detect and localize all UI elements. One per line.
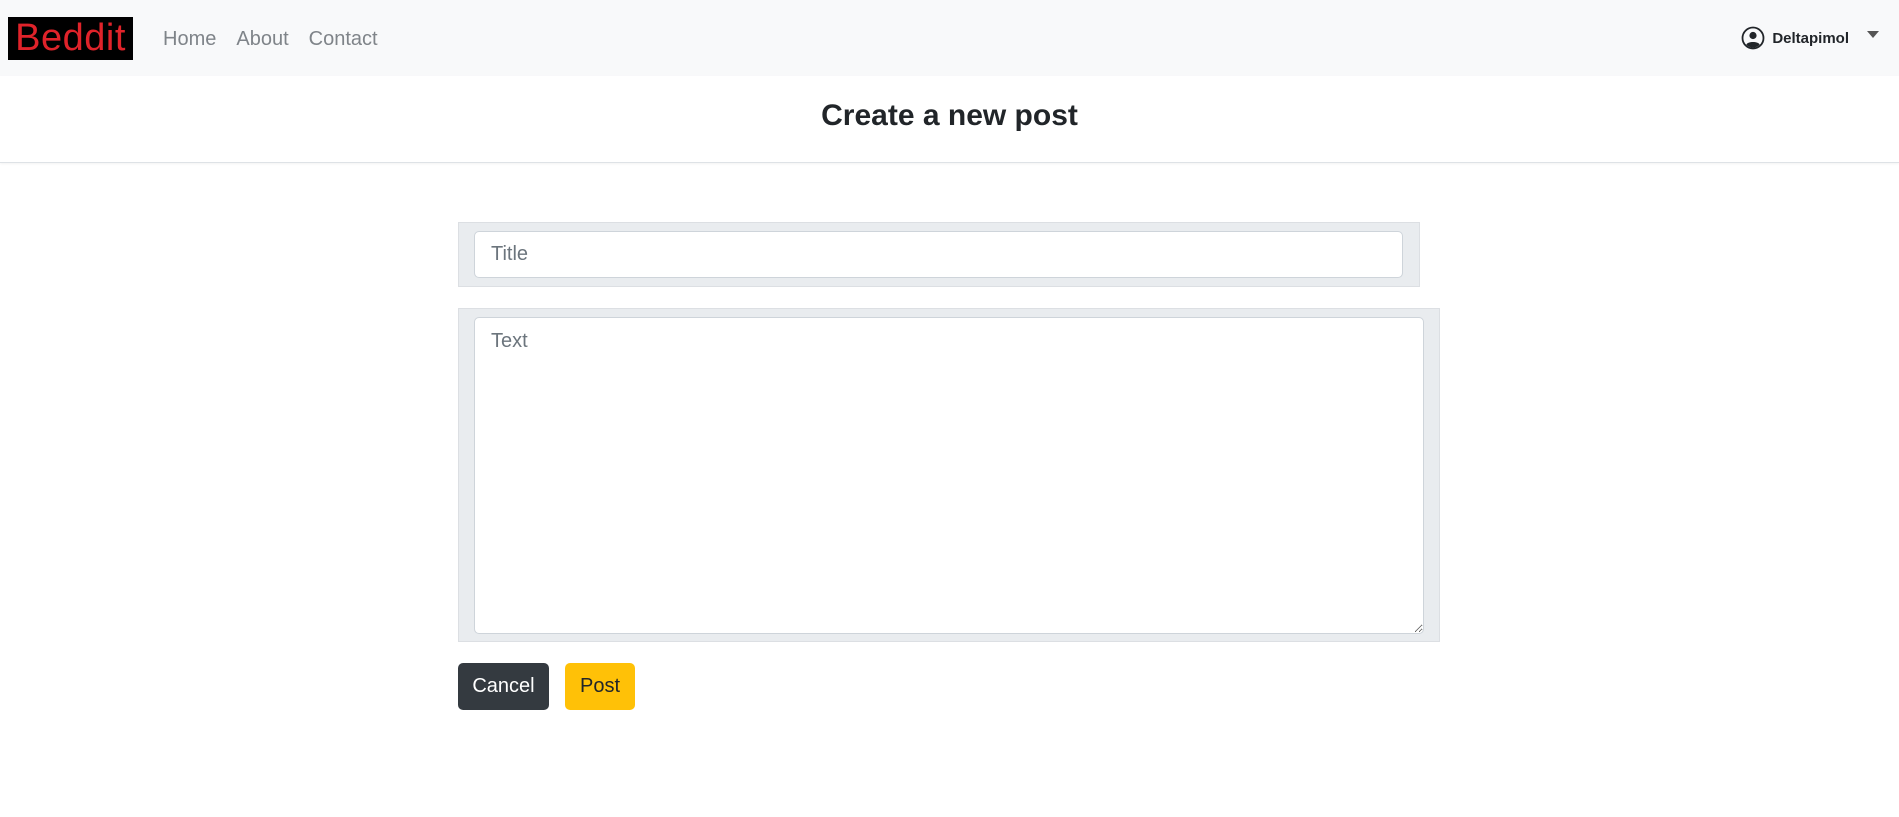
post-button[interactable]: Post bbox=[565, 663, 635, 710]
title-field-group bbox=[458, 222, 1420, 287]
navbar: Beddit Home About Contact Deltapimol bbox=[0, 0, 1899, 76]
cancel-button[interactable]: Cancel bbox=[458, 663, 549, 710]
brand-logo[interactable]: Beddit bbox=[8, 17, 133, 60]
text-input[interactable] bbox=[474, 317, 1424, 634]
nav-links: Home About Contact bbox=[163, 26, 378, 52]
text-field-group bbox=[458, 308, 1440, 642]
user-circle-icon bbox=[1741, 26, 1765, 50]
page-title: Create a new post bbox=[821, 99, 1078, 132]
username: Deltapimol bbox=[1772, 29, 1849, 47]
user-menu[interactable]: Deltapimol bbox=[1741, 26, 1879, 50]
page-header: Create a new post bbox=[0, 76, 1899, 163]
nav-link-contact[interactable]: Contact bbox=[309, 26, 378, 52]
nav-link-about[interactable]: About bbox=[236, 26, 288, 52]
nav-link-home[interactable]: Home bbox=[163, 26, 216, 52]
caret-down-icon[interactable] bbox=[1867, 30, 1879, 38]
title-input[interactable] bbox=[474, 231, 1403, 278]
